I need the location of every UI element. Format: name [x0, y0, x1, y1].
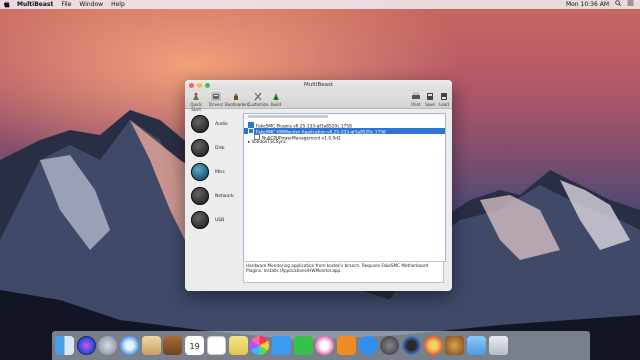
spotlight-icon[interactable] — [615, 0, 621, 9]
close-button[interactable] — [189, 83, 194, 88]
quicktime-icon[interactable] — [402, 336, 421, 355]
finder-icon[interactable] — [55, 336, 74, 355]
ibooks-icon[interactable] — [336, 336, 356, 355]
list-item — [248, 115, 443, 121]
siri-icon[interactable] — [76, 336, 96, 355]
drivers-icon — [211, 92, 221, 101]
driver-list[interactable]: FakeSMC Plugins v6.25-333-gf3a8520c.1758… — [243, 113, 446, 262]
category-misc[interactable]: Misc — [191, 163, 246, 183]
clock[interactable]: Mon 10:36 AM — [566, 0, 609, 9]
facetime-icon[interactable] — [293, 336, 313, 355]
toolbar: Quick Start Drivers Bootloaders Customiz… — [185, 91, 452, 112]
multibeast-icon[interactable] — [445, 336, 465, 355]
safari-icon[interactable] — [120, 336, 140, 355]
menu-app-name[interactable]: MultiBeast — [17, 0, 53, 9]
menu-file[interactable]: File — [61, 0, 71, 9]
stickies-icon[interactable] — [228, 336, 248, 355]
menu-window[interactable]: Window — [79, 0, 103, 9]
drivers-button[interactable]: Drivers — [205, 92, 227, 107]
notes-icon[interactable] — [163, 336, 183, 355]
build-icon — [271, 92, 281, 101]
menu-bar: MultiBeast File Window Help Mon 10:36 AM — [0, 0, 640, 9]
notification-center-icon[interactable] — [627, 0, 634, 9]
window-titlebar[interactable]: MultiBeast — [185, 80, 452, 91]
utility-icon[interactable] — [423, 336, 443, 355]
mail-icon[interactable] — [141, 336, 161, 355]
description-box: Hardware Monitoring application from koz… — [243, 261, 444, 283]
photos-icon[interactable] — [250, 336, 270, 355]
multibeast-window: MultiBeast Quick Start Drivers Bootloade… — [185, 80, 452, 291]
apple-icon[interactable] — [4, 1, 12, 9]
category-disk[interactable]: Disk — [191, 139, 246, 159]
minimize-button[interactable] — [197, 83, 202, 88]
network-icon — [191, 187, 209, 205]
customize-icon — [253, 92, 263, 101]
bootloaders-button[interactable]: Bootloaders — [225, 92, 249, 107]
quick-start-icon — [191, 92, 201, 101]
category-sidebar: Audio Disk Misc Network USB — [185, 109, 243, 291]
dock: 19 — [52, 331, 590, 360]
menu-help[interactable]: Help — [111, 0, 125, 9]
calendar-icon[interactable]: 19 — [185, 336, 205, 355]
launchpad-icon[interactable] — [98, 336, 118, 355]
folder-icon[interactable] — [467, 336, 487, 355]
category-network[interactable]: Network — [191, 187, 246, 207]
load-icon — [439, 92, 449, 101]
zoom-button[interactable] — [205, 83, 210, 88]
save-icon — [425, 92, 435, 101]
category-audio[interactable]: Audio — [191, 115, 246, 135]
printer-icon — [411, 92, 421, 101]
usb-icon — [191, 211, 209, 229]
window-title: MultiBeast — [304, 82, 333, 88]
disk-icon — [191, 139, 209, 157]
messages-icon[interactable] — [271, 336, 291, 355]
audio-icon — [191, 115, 209, 133]
load-button[interactable]: Load — [436, 92, 452, 107]
app-store-icon[interactable] — [358, 336, 378, 355]
system-preferences-icon[interactable] — [380, 336, 400, 355]
bootloaders-icon — [231, 92, 241, 101]
misc-icon — [191, 163, 209, 181]
build-button[interactable]: Build — [265, 92, 287, 107]
itunes-icon[interactable] — [315, 336, 335, 355]
trash-icon[interactable] — [488, 336, 508, 355]
category-usb[interactable]: USB — [191, 211, 246, 231]
reminders-icon[interactable] — [206, 336, 226, 355]
list-item[interactable]: ▸ VoodooTSCSync — [248, 140, 443, 146]
